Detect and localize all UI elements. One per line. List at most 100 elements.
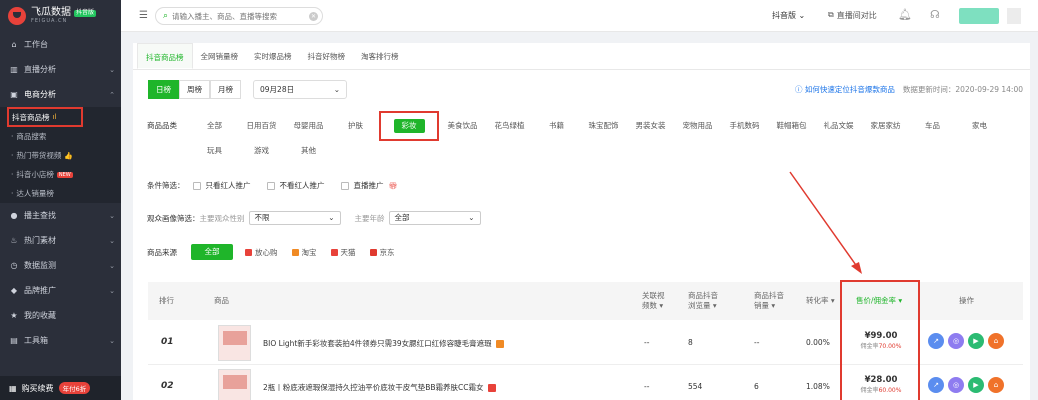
source-tmall[interactable]: 天猫: [330, 247, 356, 258]
sidebar-item-monitoring[interactable]: ◷ 数据监测 ⌄: [0, 253, 121, 278]
audience-filter: 观众画像筛选： 主要观众性别 不限 ⌄ 主要年龄 全部 ⌄: [147, 211, 495, 225]
menu-icon[interactable]: ☰: [139, 10, 148, 21]
help-link[interactable]: ⓘ 如何快速定位抖音爆款商品: [795, 84, 895, 95]
account-menu[interactable]: [1007, 8, 1021, 24]
checkbox-live-promo[interactable]: 直播推广 🎁︎: [340, 180, 397, 191]
category-item[interactable]: 鞋帽箱包: [768, 116, 815, 136]
price-cell: ¥99.00 佣金率70.00%: [851, 331, 911, 350]
product-name[interactable]: 2瓶丨粉底液遮瑕保湿持久控油平价底妆干皮气垫BB霜养肤CC霜女: [263, 382, 496, 393]
main-card: 抖音商品榜 全网销量榜 实时爆品榜 抖音好物榜 淘客排行榜 日榜 周榜 月榜 0…: [133, 43, 1030, 400]
sub-item-hot-videos[interactable]: · 热门带货视频 👍: [0, 146, 121, 165]
table-row[interactable]: 01 BIO Light新手彩妆套装拍4件领券只需39女腮红口红修容睫毛膏遮瑕 …: [148, 321, 1023, 365]
avatar[interactable]: [959, 8, 999, 24]
video-icon[interactable]: ▶: [968, 333, 984, 349]
logo-icon: [8, 7, 26, 25]
product-name[interactable]: BIO Light新手彩妆套装拍4件领券只需39女腮红口红修容睫毛膏遮瑕: [263, 338, 504, 349]
tab-all-network[interactable]: 全网销量榜: [193, 43, 247, 69]
analysis-icon[interactable]: ◎: [948, 333, 964, 349]
category-item[interactable]: 家电: [956, 116, 1003, 136]
sub-item-douyin-product-rank[interactable]: 抖音商品榜 ıl: [7, 107, 83, 127]
clear-icon[interactable]: ✕: [309, 11, 318, 21]
table-row[interactable]: 02 2瓶丨粉底液遮瑕保湿持久控油平价底妆干皮气垫BB霜养肤CC霜女 -- 55…: [148, 365, 1023, 400]
chevron-down-icon: ⌄: [109, 211, 115, 220]
sidebar-item-workbench[interactable]: ⌂ 工作台: [0, 32, 121, 57]
category-item[interactable]: 家居家纺: [862, 116, 909, 136]
source-fangxingou[interactable]: 放心购: [245, 247, 278, 258]
sidebar-item-label: 电商分析: [24, 90, 56, 99]
period-month-button[interactable]: 月榜: [210, 80, 241, 99]
bag-icon[interactable]: ⌂: [988, 377, 1004, 393]
category-item[interactable]: 母婴用品: [285, 116, 332, 136]
search-box[interactable]: ⌕ ✕: [155, 7, 323, 25]
source-all-button[interactable]: 全部: [191, 244, 233, 260]
sidebar-item-label: 播主查找: [24, 211, 56, 220]
brand-tag: 抖音版: [74, 8, 97, 17]
header-price[interactable]: 售价/佣金率 ▾: [856, 296, 902, 306]
header-conversion[interactable]: 转化率 ▾: [806, 296, 835, 306]
sidebar-item-ecommerce[interactable]: ▣ 电商分析 ⌃: [0, 82, 121, 107]
live-compare-button[interactable]: ⧉ 直播间对比: [828, 10, 877, 21]
category-item[interactable]: 游戏: [238, 141, 285, 161]
sidebar-item-find-streamer[interactable]: ● 播主查找 ⌄: [0, 203, 121, 228]
period-day-button[interactable]: 日榜: [148, 80, 179, 99]
date-select[interactable]: 09月28日 ⌄: [253, 80, 347, 99]
product-thumbnail[interactable]: [218, 325, 251, 361]
sidebar-item-label: 品牌推广: [24, 286, 56, 295]
tab-douyin-product[interactable]: 抖音商品榜: [137, 43, 193, 69]
product-name-text: 2瓶丨粉底液遮瑕保湿持久控油平价底妆干皮气垫BB霜养肤CC霜女: [263, 383, 484, 392]
category-item[interactable]: 礼品文娱: [815, 116, 862, 136]
source-jd[interactable]: 京东: [369, 247, 395, 258]
bell-icon[interactable]: 🔔︎: [898, 8, 912, 21]
tab-good-items[interactable]: 抖音好物榜: [300, 43, 354, 69]
category-item[interactable]: 美食饮品: [439, 116, 486, 136]
analysis-icon[interactable]: ◎: [948, 377, 964, 393]
age-select[interactable]: 全部 ⌄: [388, 211, 481, 225]
audience-label: 观众画像筛选：: [147, 213, 200, 223]
search-input[interactable]: [172, 11, 303, 21]
category-item[interactable]: 玩具: [191, 141, 238, 161]
sidebar-item-live-analysis[interactable]: ▥ 直播分析 ⌄: [0, 57, 121, 82]
commission-label: 佣金率: [860, 387, 879, 394]
gender-select[interactable]: 不限 ⌄: [248, 211, 341, 225]
tab-taoke[interactable]: 淘客排行榜: [353, 43, 407, 69]
sidebar-item-hot-material[interactable]: ♨ 热门素材 ⌄: [0, 228, 121, 253]
tab-realtime-hot[interactable]: 实时爆品榜: [246, 43, 300, 69]
sidebar-item-favorites[interactable]: ★ 我的收藏: [0, 303, 121, 328]
category-item[interactable]: 护肤: [332, 116, 379, 136]
platform-dropdown[interactable]: 抖音版 ⌄: [772, 10, 805, 21]
video-icon[interactable]: ▶: [968, 377, 984, 393]
sidebar-item-toolbox[interactable]: ▤ 工具箱 ⌄: [0, 328, 121, 353]
checkbox-no-influencer[interactable]: 不看红人推广: [266, 180, 325, 191]
source-taobao[interactable]: 淘宝: [291, 247, 317, 258]
sub-item-influencer-sales[interactable]: · 达人销量榜: [0, 184, 121, 203]
category-item[interactable]: 书籍: [533, 116, 580, 136]
category-item[interactable]: 珠宝配饰: [580, 116, 627, 136]
category-item[interactable]: 花鸟绿植: [486, 116, 533, 136]
condition-filter: 条件筛选： 只看红人推广 不看红人推广 直播推广 🎁︎: [147, 180, 413, 191]
category-item-selected[interactable]: 彩妆: [379, 111, 439, 141]
trend-icon[interactable]: ↗: [928, 377, 944, 393]
category-item[interactable]: 宠物用品: [674, 116, 721, 136]
sales-count: --: [754, 338, 760, 347]
category-item[interactable]: 男装女装: [627, 116, 674, 136]
header-views[interactable]: 商品抖音 浏览量 ▾: [688, 291, 718, 311]
product-thumbnail[interactable]: [218, 369, 251, 400]
sidebar-item-brand-promo[interactable]: ◆ 品牌推广 ⌄: [0, 278, 121, 303]
category-item[interactable]: 全部: [191, 116, 238, 136]
headset-icon[interactable]: ☊: [930, 8, 940, 21]
bag-icon[interactable]: ⌂: [988, 333, 1004, 349]
sub-item-product-search[interactable]: · 商品搜索: [0, 127, 121, 146]
category-item[interactable]: 日用百货: [238, 116, 285, 136]
header-videos[interactable]: 关联视 频数 ▾: [642, 291, 665, 311]
trend-icon[interactable]: ↗: [928, 333, 944, 349]
category-item[interactable]: 车品: [909, 116, 956, 136]
header-sales[interactable]: 商品抖音 销量 ▾: [754, 291, 784, 311]
category-item[interactable]: 其他: [285, 141, 332, 161]
category-item[interactable]: 手机数码: [721, 116, 768, 136]
sub-item-shop-rank[interactable]: · 抖音小店榜 NEW: [0, 165, 121, 184]
renew-button[interactable]: ▦ 购买续费 年付6折: [0, 376, 121, 400]
logo[interactable]: 飞瓜数据 抖音版 FEIGUA.CN: [0, 0, 121, 32]
checkbox-only-influencer[interactable]: 只看红人推广: [192, 180, 251, 191]
period-week-button[interactable]: 周榜: [179, 80, 210, 99]
category-label: 商品品类: [147, 121, 177, 130]
